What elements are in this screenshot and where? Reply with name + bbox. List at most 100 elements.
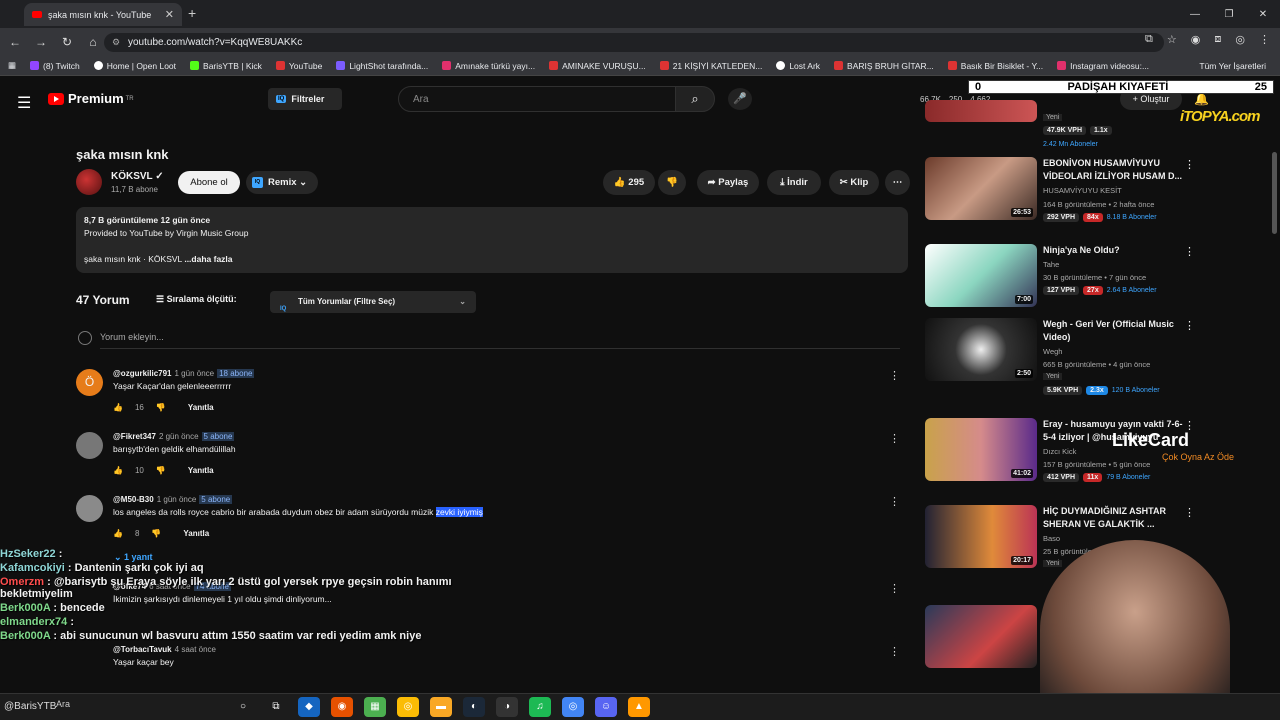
extension-icon[interactable]: ◉ <box>1191 33 1201 46</box>
bookmark[interactable]: Instagram videosu:... <box>1057 61 1149 71</box>
mic-icon[interactable]: 🎤 <box>728 88 752 110</box>
comment-filter-select[interactable]: IQ Tüm Yorumlar (Filtre Seç) ⌄ <box>270 291 476 313</box>
video-title[interactable]: Ninja'ya Ne Oldu? <box>1043 244 1183 257</box>
bookmark[interactable]: LightShot tarafında... <box>336 61 428 71</box>
site-settings-icon[interactable]: ⚙ <box>112 37 120 48</box>
like-icon[interactable]: 👍 <box>113 529 123 538</box>
video-menu-icon[interactable]: ⋮ <box>1184 158 1195 171</box>
video-menu-icon[interactable]: ⋮ <box>1184 506 1195 519</box>
subscribe-button[interactable]: Abone ol <box>178 171 240 194</box>
share-button[interactable]: ➦ Paylaş <box>697 170 759 195</box>
video-thumbnail[interactable]: 20:17 <box>925 505 1037 568</box>
avatar[interactable]: Ö <box>76 369 103 396</box>
app-icon[interactable]: ◆ <box>298 697 320 717</box>
app-icon[interactable]: ▲ <box>628 697 650 717</box>
dislike-icon[interactable]: 👎 <box>151 529 161 538</box>
like-button[interactable]: 👍 295 <box>603 170 655 195</box>
video-thumbnail[interactable] <box>925 100 1037 122</box>
bell-icon[interactable]: 🔔 <box>1194 92 1209 106</box>
video-menu-icon[interactable]: ⋮ <box>1184 319 1195 332</box>
bookmark[interactable]: Lost Ark <box>776 61 820 71</box>
video-thumbnail[interactable]: 26:53 <box>925 157 1037 220</box>
sort-button[interactable]: ☰ Sıralama ölçütü: <box>156 294 237 305</box>
comment-user[interactable]: @Fikret347 <box>113 432 156 441</box>
video-thumbnail[interactable] <box>925 605 1037 668</box>
bookmark[interactable]: Amınake türkü yayı... <box>442 61 535 71</box>
profile-icon[interactable]: ◎ <box>1235 33 1245 46</box>
reply-button[interactable]: Yanıtla <box>183 529 209 538</box>
apps-icon[interactable]: ▦ <box>8 60 16 71</box>
avatar[interactable] <box>76 495 103 522</box>
video-title[interactable]: Wegh - Geri Ver (Official Music Video) <box>1043 318 1183 344</box>
video-thumbnail[interactable]: 41:02 <box>925 418 1037 481</box>
youtube-logo[interactable]: Premium TR <box>48 91 134 106</box>
comment-menu-icon[interactable]: ⋮ <box>889 432 900 445</box>
channel-name[interactable]: KÖKSVL ✓ <box>111 171 164 182</box>
video-title[interactable]: EBONİVON HUSAMVİYUYU VİDEOLARI İZLİYOR H… <box>1043 157 1183 183</box>
comment-user[interactable]: @M50-B30 <box>113 495 154 504</box>
description-box[interactable]: 8,7 B görüntüleme 12 gün önce Provided t… <box>76 207 908 273</box>
bookmark[interactable]: BarisYTB | Kick <box>190 61 262 71</box>
comment-menu-icon[interactable]: ⋮ <box>889 645 900 658</box>
reply-button[interactable]: Yanıtla <box>188 403 214 412</box>
channel-avatar[interactable] <box>76 169 102 195</box>
remix-button[interactable]: IQ Remix ⌄ <box>246 171 318 194</box>
home-icon[interactable]: ⌂ <box>82 35 104 49</box>
comment-user[interactable]: @TorbacıTavuk <box>113 645 172 654</box>
search-icon[interactable]: ⌕ <box>675 86 715 112</box>
spotify-icon[interactable]: ♫ <box>529 697 551 717</box>
comment-menu-icon[interactable]: ⋮ <box>889 495 900 508</box>
filters-button[interactable]: IQ Filtreler <box>268 88 342 110</box>
app-icon[interactable]: ◑ <box>496 697 518 717</box>
url-bar[interactable]: ⚙ youtube.com/watch?v=KqqWE8UAKKc <box>104 33 1164 52</box>
new-tab-button[interactable]: + <box>188 5 196 21</box>
video-title[interactable]: HİÇ DUYMADIĞINIZ ASHTAR SHERAN VE GALAKT… <box>1043 505 1183 531</box>
app-icon[interactable]: ▦ <box>364 697 386 717</box>
task-view-icon[interactable]: ⧉ <box>265 697 287 717</box>
add-comment-input[interactable]: Yorum ekleyin... <box>100 332 900 349</box>
menu-dots-icon[interactable]: ⋮ <box>1259 33 1270 46</box>
forward-icon[interactable]: → <box>30 35 52 49</box>
back-icon[interactable]: ← <box>4 35 26 49</box>
close-tab-icon[interactable]: ✕ <box>165 8 174 21</box>
install-icon[interactable]: ⧉ <box>1145 33 1153 46</box>
like-icon[interactable]: 👍 <box>113 466 123 475</box>
reload-icon[interactable]: ↻ <box>56 35 78 49</box>
desc-more[interactable]: ...daha fazla <box>184 254 232 264</box>
download-button[interactable]: ⤓ İndir <box>767 170 821 195</box>
bookmark[interactable]: 21 KİŞİYİ KATLEDEN... <box>659 61 762 71</box>
discord-icon[interactable]: ☺ <box>595 697 617 717</box>
bookmark[interactable]: Home | Open Loot <box>93 61 176 71</box>
like-icon[interactable]: 👍 <box>113 403 123 412</box>
puzzle-icon[interactable]: ⧈ <box>1214 33 1221 46</box>
dislike-icon[interactable]: 👎 <box>156 403 166 412</box>
chrome-icon[interactable]: ◎ <box>562 697 584 717</box>
dislike-icon[interactable]: 👎 <box>156 466 166 475</box>
bookmark[interactable]: BARIŞ BRUH GİTAR... <box>834 61 934 71</box>
app-icon[interactable]: ◉ <box>331 697 353 717</box>
browser-tab[interactable]: şaka mısın knk - YouTube ✕ <box>24 3 182 26</box>
bookmark[interactable]: (8) Twitch <box>30 61 80 71</box>
chrome-icon[interactable]: ◎ <box>397 697 419 717</box>
taskbar-search[interactable]: Ara <box>56 699 70 709</box>
more-actions-icon[interactable]: ⋯ <box>885 170 910 195</box>
close-window-icon[interactable]: ✕ <box>1246 0 1280 28</box>
all-bookmarks[interactable]: Tüm Yer İşaretleri <box>1199 61 1266 71</box>
video-thumbnail[interactable]: 7:00 <box>925 244 1037 307</box>
circle-icon[interactable]: ○ <box>232 697 254 717</box>
folder-icon[interactable]: ▬ <box>430 697 452 717</box>
video-menu-icon[interactable]: ⋮ <box>1184 245 1195 258</box>
comment-menu-icon[interactable]: ⋮ <box>889 369 900 382</box>
bookmark[interactable]: YouTube <box>275 61 322 71</box>
star-icon[interactable]: ☆ <box>1167 33 1177 46</box>
bookmark[interactable]: Basık Bir Bisiklet - Y... <box>947 61 1043 71</box>
video-thumbnail[interactable]: 2:50 <box>925 318 1037 381</box>
steam-icon[interactable]: ◐ <box>463 697 485 717</box>
dislike-button[interactable]: 👎 <box>658 170 686 195</box>
avatar[interactable] <box>76 432 103 459</box>
search-input[interactable]: Ara <box>398 86 676 112</box>
minimize-icon[interactable]: — <box>1178 0 1212 28</box>
clip-button[interactable]: ✂ Klip <box>829 170 879 195</box>
reply-button[interactable]: Yanıtla <box>188 466 214 475</box>
bookmark[interactable]: AMINAKE VURUŞU... <box>549 61 646 71</box>
